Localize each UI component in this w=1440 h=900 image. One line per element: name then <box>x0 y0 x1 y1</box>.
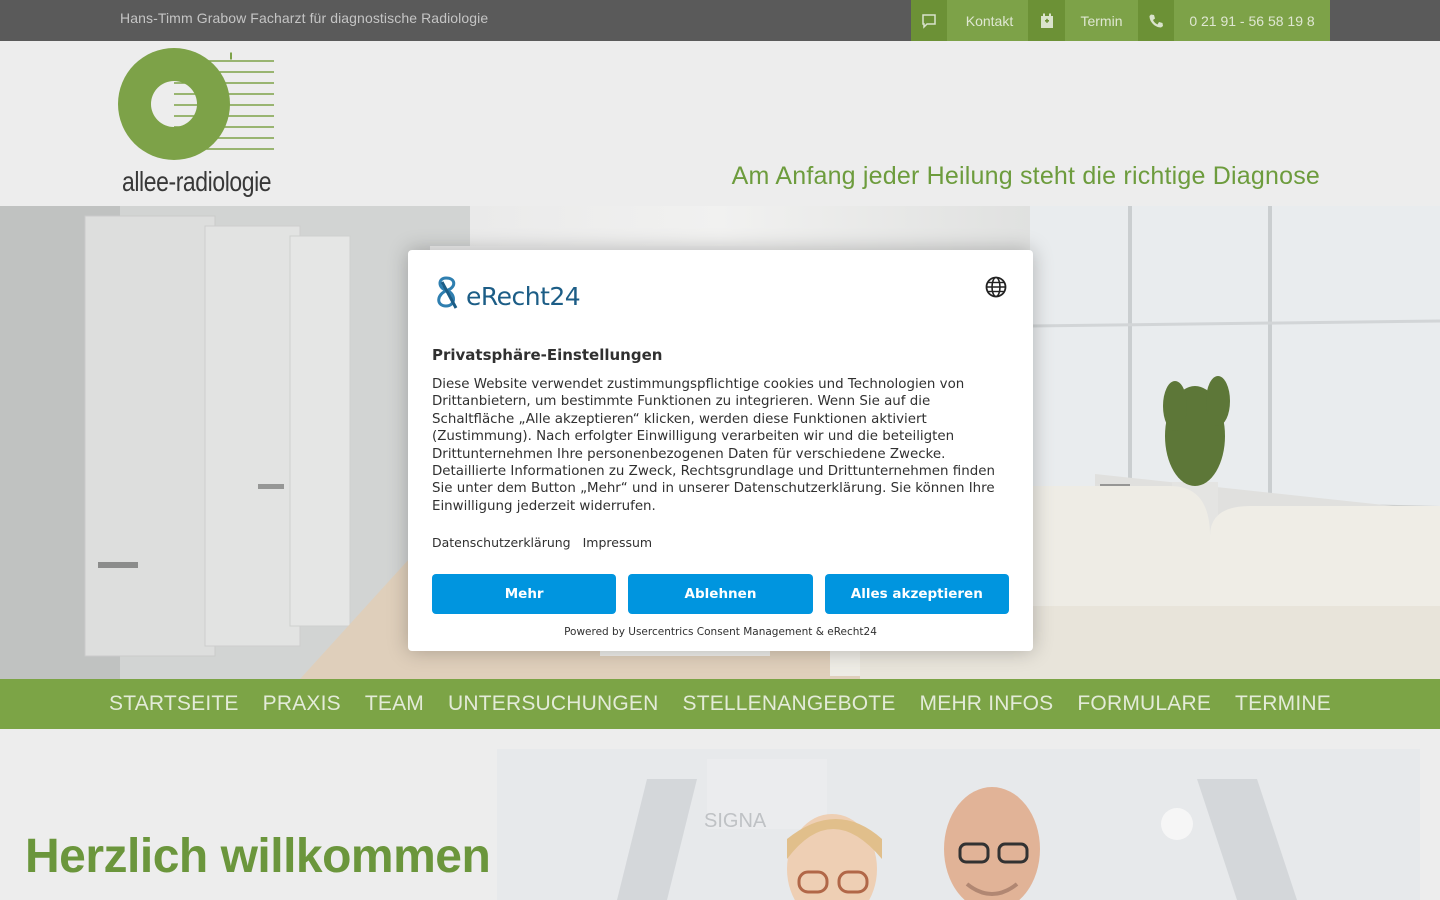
consent-description: Diese Website verwendet zustimmungspflic… <box>432 377 995 514</box>
consent-links: Datenschutzerklärung Impressum <box>432 535 652 550</box>
consent-title: Privatsphäre-Einstellungen <box>432 346 663 364</box>
consent-dialog: eRecht24 Privatsphäre-Einstellungen Dies… <box>408 250 1033 651</box>
imprint-link[interactable]: Impressum <box>583 535 652 550</box>
accept-all-button[interactable]: Alles akzeptieren <box>824 574 1009 614</box>
language-globe-icon[interactable] <box>985 276 1007 298</box>
deny-button[interactable]: Ablehnen <box>628 574 813 614</box>
consent-buttons: Mehr Ablehnen Alles akzeptieren <box>432 574 1009 614</box>
powered-by-text: Powered by Usercentrics Consent Manageme… <box>564 626 877 638</box>
privacy-policy-link[interactable]: Datenschutzerklärung <box>432 535 571 550</box>
erecht24-logo: eRecht24 <box>432 274 602 314</box>
erecht24-logo-text: eRecht24 <box>466 282 581 311</box>
more-button[interactable]: Mehr <box>432 574 617 614</box>
